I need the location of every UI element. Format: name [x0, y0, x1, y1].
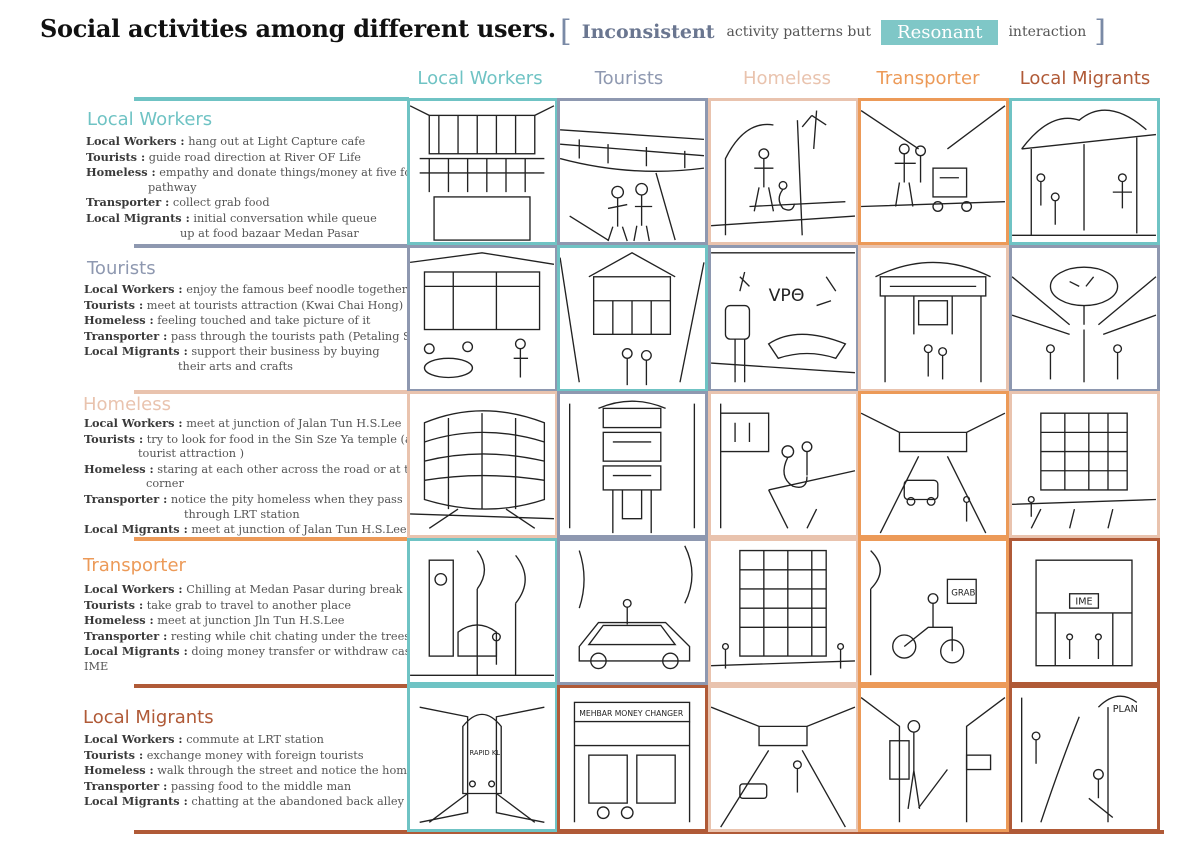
description-line: Transporter : passing food to the middle…	[84, 778, 352, 793]
sketch-sin-sze-ya-temple	[557, 391, 708, 538]
sketch-text-ime: IME	[1075, 596, 1092, 607]
sketch-text-vpn: VPΘ	[769, 286, 805, 306]
legend-end-text: interaction	[1008, 24, 1087, 40]
description-line: Transporter : resting while chit chating…	[84, 628, 411, 643]
description-line: Tourists : guide road direction at River…	[86, 149, 361, 164]
sketch-kwai-chai-hong	[557, 245, 708, 392]
row-title-local-workers: Local Workers	[87, 109, 213, 130]
row-descriptions-local-migrants: Local Workers : commute at LRT station T…	[84, 732, 436, 810]
sketch-jalan-tun-hs-lee-building	[407, 391, 558, 538]
description-line: Local Migrants : initial conversation wh…	[86, 210, 377, 225]
row-line-local-workers	[134, 97, 409, 101]
description-line: Homeless : meet at junction Jln Tun H.S.…	[84, 613, 345, 628]
legend-close-bracket: ]	[1094, 14, 1107, 49]
row-descriptions-homeless: Local Workers : meet at junction of Jala…	[84, 416, 423, 538]
sketch-ime-money-transfer: IME	[1009, 538, 1160, 685]
description-continuation: IME	[84, 659, 109, 673]
row-title-local-migrants: Local Migrants	[83, 707, 214, 728]
description-line: Tourists : try to look for food in the S…	[84, 431, 412, 446]
sketch-money-changer: MEHBAR MONEY CHANGER	[557, 685, 708, 832]
description-line: Transporter : notice the pity homeless w…	[84, 491, 403, 506]
description-line: Local Workers : Chilling at Medan Pasar …	[84, 582, 403, 596]
description-continuation: corner	[146, 477, 184, 491]
sketch-lrt-train: RAPID KL	[407, 685, 558, 832]
row-descriptions-transporter: Local Workers : Chilling at Medan Pasar …	[84, 582, 433, 675]
description-line: Local Migrants : support their business …	[84, 344, 380, 359]
description-line: Local Workers : meet at junction of Jala…	[84, 416, 402, 430]
description-line: Transporter : pass through the tourists …	[84, 328, 444, 343]
row-line-local-migrants	[134, 684, 409, 688]
column-header-homeless: Homeless	[743, 68, 831, 89]
page-title: Social activities among different users.	[40, 14, 556, 43]
sketch-street-homeless	[708, 685, 859, 832]
sketch-text-plan: PLAN	[1113, 704, 1138, 715]
description-line: Transporter : collect grab food	[86, 195, 270, 210]
column-header-local-migrants: Local Migrants	[1019, 68, 1151, 89]
description-line: Local Migrants : chatting at the abandon…	[84, 794, 404, 809]
description-line: Homeless : feeling touched and take pict…	[84, 313, 371, 328]
legend-open-bracket: [	[560, 14, 572, 49]
sketch-riders-resting: GRAB	[858, 538, 1009, 685]
description-line: Local Migrants : doing money transfer or…	[84, 644, 433, 659]
sketch-arts-crafts-lanterns	[1009, 245, 1160, 392]
description-line: Local Workers : hang out at Light Captur…	[86, 134, 366, 148]
sketch-text-grab: GRAB	[951, 589, 975, 599]
row-title-transporter: Transporter	[83, 555, 186, 576]
sketch-food-bazaar-tents	[1009, 98, 1160, 245]
description-line: Homeless : empathy and donate things/mon…	[86, 165, 423, 180]
sketch-grab-food-pickup	[858, 98, 1009, 245]
column-header-local-workers: Local Workers	[417, 68, 543, 89]
legend-resonant-badge: Resonant	[881, 19, 999, 45]
description-line: Tourists : exchange money with foreign t…	[84, 747, 364, 762]
description-line: Homeless : walk through the street and n…	[84, 763, 436, 778]
sketch-jln-tun-building	[708, 538, 859, 685]
description-line: Homeless : staring at each other across …	[84, 461, 423, 476]
description-continuation: tourist attraction )	[138, 447, 245, 461]
row-title-tourists: Tourists	[87, 258, 156, 279]
row-line-homeless	[134, 390, 409, 394]
description-continuation: through LRT station	[184, 507, 300, 521]
sketch-medan-pasar-clock-tower	[407, 538, 558, 685]
description-line: Local Workers : enjoy the famous beef no…	[84, 282, 408, 296]
sketch-river-bridge	[557, 98, 708, 245]
sketch-five-foot-pathway	[708, 98, 859, 245]
description-continuation: up at food bazaar Medan Pasar	[180, 226, 359, 240]
sketch-cafe-balcony	[407, 98, 558, 245]
row-title-homeless: Homeless	[83, 394, 171, 415]
sketch-homeless-graffiti-wall: VPΘ	[708, 245, 859, 392]
description-line: Tourists : meet at tourists attraction (…	[84, 297, 404, 312]
sketch-petaling-street-gate	[858, 245, 1009, 392]
row-descriptions-local-workers: Local Workers : hang out at Light Captur…	[86, 134, 422, 241]
description-line: Local Migrants : meet at junction of Jal…	[84, 522, 407, 537]
description-line: Tourists : take grab to travel to anothe…	[84, 597, 352, 612]
description-continuation: their arts and crafts	[178, 359, 293, 373]
column-header-tourists: Tourists	[594, 68, 664, 89]
sketch-text-money-changer: MEHBAR MONEY CHANGER	[579, 709, 684, 718]
column-header-transporter: Transporter	[876, 68, 980, 89]
legend-inconsistent: Inconsistent	[581, 21, 715, 43]
sketch-beef-noodle-shop	[407, 245, 558, 392]
sketch-lrt-station-road	[858, 391, 1009, 538]
sketch-grab-car	[557, 538, 708, 685]
sketch-food-handover	[858, 685, 1009, 832]
row-line-tourists	[134, 244, 409, 248]
sketch-junction-building	[1009, 391, 1160, 538]
sketch-back-alley-chat: PLAN	[1009, 685, 1160, 832]
description-line: Local Workers : commute at LRT station	[84, 732, 324, 746]
row-descriptions-tourists: Local Workers : enjoy the famous beef no…	[84, 282, 443, 375]
sketch-homeless-staring	[708, 391, 859, 538]
legend: [ Inconsistent activity patterns but Res…	[560, 14, 1106, 50]
description-continuation: pathway	[148, 180, 197, 194]
sketch-text-rapid: RAPID KL	[470, 749, 501, 757]
legend-middle-text: activity patterns but	[726, 24, 872, 40]
